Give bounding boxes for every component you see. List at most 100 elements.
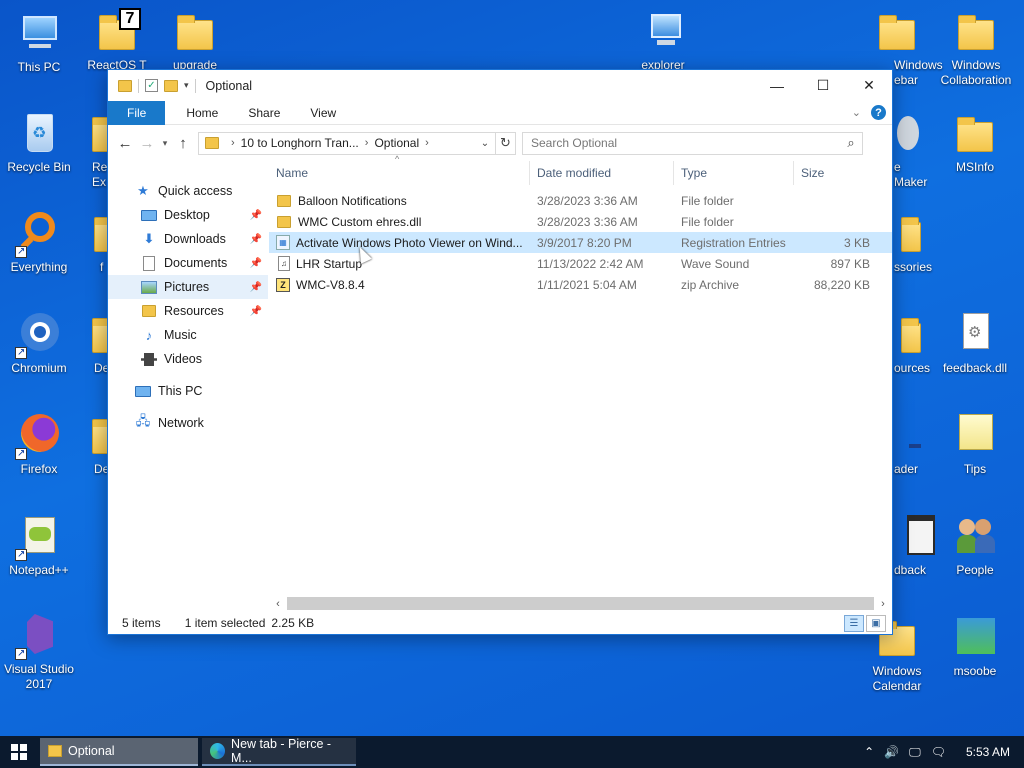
nav-downloads[interactable]: ⬇ Downloads 📌 bbox=[108, 227, 268, 251]
navigation-bar: ← → ▾ ↑ › 10 to Longhorn Tran... › Optio… bbox=[108, 125, 892, 161]
maximize-button[interactable]: ☐ bbox=[800, 70, 846, 101]
nav-this-pc[interactable]: This PC bbox=[108, 379, 268, 403]
breadcrumb-item[interactable]: 10 to Longhorn Tran... bbox=[241, 136, 359, 150]
file-type: File folder bbox=[681, 193, 734, 208]
minimize-button[interactable]: — bbox=[754, 70, 800, 101]
back-button[interactable]: ← bbox=[114, 132, 136, 154]
large-icons-view-icon[interactable]: ▣ bbox=[866, 614, 886, 632]
desktop-icon-firefox[interactable]: Firefox bbox=[0, 412, 78, 477]
nav-network[interactable]: 🖧 Network bbox=[108, 411, 268, 435]
start-button[interactable] bbox=[0, 736, 38, 768]
desktop-icon-recycle-bin[interactable]: ♻ Recycle Bin bbox=[0, 110, 78, 175]
desktop-icon-this-pc[interactable]: This PC bbox=[0, 10, 78, 75]
volume-icon[interactable]: 🔊 bbox=[884, 745, 899, 759]
nav-music[interactable]: ♪ Music bbox=[108, 323, 268, 347]
nav-label: This PC bbox=[158, 384, 203, 398]
file-row[interactable]: Z WMC-V8.8.4 1/11/2021 5:04 AM zip Archiv… bbox=[269, 274, 892, 295]
forward-button[interactable]: → bbox=[136, 132, 158, 154]
recycle-bin-icon: ♻ bbox=[15, 110, 63, 158]
desktop-icon-label: Chromium bbox=[11, 361, 67, 375]
expand-ribbon-chevron-icon[interactable]: ⌄ bbox=[852, 106, 861, 119]
scroll-track[interactable] bbox=[287, 597, 874, 610]
breadcrumb-chevron-icon[interactable]: › bbox=[425, 137, 429, 149]
title-bar[interactable]: ✓ ▾ Optional — ☐ ✕ bbox=[108, 70, 892, 101]
explorer-icon bbox=[639, 8, 687, 56]
column-header-date[interactable]: Date modified bbox=[530, 161, 674, 185]
file-name: LHR Startup bbox=[296, 256, 363, 271]
desktop-icon-windows-collaboration[interactable]: Windows Collaboration bbox=[936, 8, 1016, 88]
address-bar[interactable]: › 10 to Longhorn Tran... › Optional › ⌄ … bbox=[198, 131, 516, 155]
file-row[interactable]: WMC Custom ehres.dll 3/28/2023 3:36 AM F… bbox=[269, 211, 892, 232]
file-row[interactable]: Balloon Notifications 3/28/2023 3:36 AM … bbox=[269, 190, 892, 211]
nav-pictures[interactable]: Pictures 📌 bbox=[108, 275, 268, 299]
details-view-icon[interactable]: ☰ bbox=[844, 614, 864, 632]
desktop-icon-chromium[interactable]: Chromium bbox=[0, 311, 78, 376]
column-header-size[interactable]: Size bbox=[794, 161, 874, 185]
desktop-icon-notepadpp[interactable]: Notepad++ bbox=[0, 513, 78, 578]
new-folder-icon[interactable] bbox=[164, 79, 178, 92]
tab-share[interactable]: Share bbox=[233, 101, 295, 125]
up-button[interactable]: ↑ bbox=[172, 132, 194, 154]
desktop-icon-partial[interactable]: De bbox=[78, 311, 128, 376]
pin-icon[interactable]: 📌 bbox=[250, 282, 262, 293]
taskbar-item-explorer[interactable]: Optional bbox=[40, 738, 198, 766]
scroll-thumb[interactable] bbox=[287, 597, 874, 610]
search-icon[interactable]: ⌕ bbox=[840, 135, 862, 151]
desktop-icon-visual-studio[interactable]: Visual Studio 2017 bbox=[0, 612, 78, 692]
tab-home[interactable]: Home bbox=[171, 101, 233, 125]
desktop-icon-msinfo[interactable]: MSInfo bbox=[936, 110, 1014, 175]
network-status-icon[interactable]: 🖵 bbox=[909, 745, 921, 760]
desktop-icon-label: Visual Studio 2017 bbox=[4, 662, 74, 691]
status-bar: 5 items 1 item selected 2.25 KB ☰ ▣ bbox=[108, 612, 892, 634]
taskbar: Optional New tab - Pierce - M... ⌃ 🔊 🖵 🗨… bbox=[0, 736, 1024, 768]
refresh-button[interactable]: ↻ bbox=[495, 132, 515, 154]
horizontal-scrollbar[interactable]: ‹ › bbox=[269, 595, 892, 612]
file-type: Wave Sound bbox=[681, 256, 750, 271]
scroll-left-icon[interactable]: ‹ bbox=[269, 598, 287, 610]
nav-resources[interactable]: Resources 📌 bbox=[108, 299, 268, 323]
search-input[interactable]: Search Optional ⌕ bbox=[522, 131, 863, 155]
breadcrumb-item[interactable]: Optional bbox=[374, 136, 419, 150]
pin-icon[interactable]: 📌 bbox=[250, 258, 262, 269]
notifications-icon[interactable]: 🗨 bbox=[931, 745, 946, 759]
desktop-icon-msoobe[interactable]: msoobe bbox=[936, 614, 1014, 679]
pin-icon[interactable]: 📌 bbox=[250, 306, 262, 317]
desktop-icon-everything[interactable]: Everything bbox=[0, 210, 78, 275]
breadcrumb-chevron-icon[interactable]: › bbox=[365, 137, 369, 149]
nav-quick-access[interactable]: ★ Quick access bbox=[108, 179, 268, 203]
breadcrumb-chevron-icon[interactable]: › bbox=[231, 137, 235, 149]
desktop-icon-tips[interactable]: Tips bbox=[936, 412, 1014, 477]
pin-icon[interactable]: 📌 bbox=[250, 210, 262, 221]
desktop-icon-people[interactable]: People bbox=[936, 513, 1014, 578]
taskbar-item-edge[interactable]: New tab - Pierce - M... bbox=[202, 737, 356, 766]
desktop-icon-label: Everything bbox=[10, 260, 68, 274]
nav-documents[interactable]: Documents 📌 bbox=[108, 251, 268, 275]
desktop-icon-explorer[interactable]: explorer bbox=[624, 8, 702, 73]
navigation-pane: ★ Quick access Desktop 📌 ⬇ Downloads 📌 D… bbox=[108, 161, 268, 612]
tab-view[interactable]: View bbox=[295, 101, 351, 125]
recent-locations-chevron-icon[interactable]: ▾ bbox=[158, 132, 172, 154]
properties-icon[interactable]: ✓ bbox=[145, 79, 158, 92]
quick-access-toolbar: ✓ ▾ bbox=[108, 78, 196, 93]
desktop-icon-label: MSInfo bbox=[955, 160, 994, 174]
desktop-icon-partial[interactable]: De bbox=[78, 412, 128, 477]
pin-icon[interactable]: 📌 bbox=[250, 234, 262, 245]
column-header-type[interactable]: Type bbox=[674, 161, 794, 185]
desktop-icon-label: msoobe bbox=[953, 664, 997, 678]
clock[interactable]: 5:53 AM bbox=[966, 745, 1010, 759]
column-header-name[interactable]: Name bbox=[269, 161, 530, 185]
desktop-icon-upgrade[interactable]: upgrade bbox=[156, 8, 234, 73]
show-hidden-icons-chevron-icon[interactable]: ⌃ bbox=[864, 745, 874, 759]
desktop-icon-partial[interactable]: f bbox=[78, 210, 130, 275]
help-icon[interactable]: ? bbox=[871, 105, 886, 120]
desktop-icon-partial[interactable]: Re Ex bbox=[78, 110, 128, 190]
desktop-icon-feedback-dll[interactable]: ⚙ feedback.dll bbox=[936, 311, 1014, 376]
tab-file[interactable]: File bbox=[108, 100, 166, 125]
customize-dropdown-icon[interactable]: ▾ bbox=[184, 80, 189, 91]
nav-videos[interactable]: Videos bbox=[108, 347, 268, 371]
address-dropdown-icon[interactable]: ⌄ bbox=[475, 138, 495, 149]
close-button[interactable]: ✕ bbox=[846, 70, 892, 101]
nav-desktop[interactable]: Desktop 📌 bbox=[108, 203, 268, 227]
scroll-right-icon[interactable]: › bbox=[874, 598, 892, 610]
desktop-icon-reactos[interactable]: 7 ReactOS T bbox=[78, 8, 156, 73]
